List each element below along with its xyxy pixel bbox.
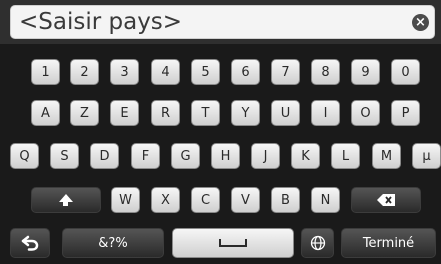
key-j[interactable]: J [251, 143, 280, 169]
key-t[interactable]: T [191, 100, 220, 126]
key-7[interactable]: 7 [271, 59, 300, 85]
space-bar-icon [219, 239, 247, 247]
key-g[interactable]: G [171, 143, 200, 169]
back-button[interactable] [10, 228, 50, 258]
key-n[interactable]: N [311, 187, 340, 213]
key-micro[interactable]: µ [412, 143, 441, 169]
key-1[interactable]: 1 [31, 59, 60, 85]
key-d[interactable]: D [90, 143, 119, 169]
language-button[interactable] [301, 228, 334, 258]
key-l[interactable]: L [331, 143, 360, 169]
key-6[interactable]: 6 [231, 59, 260, 85]
key-h[interactable]: H [211, 143, 240, 169]
shift-key[interactable] [31, 187, 101, 213]
key-q[interactable]: Q [10, 143, 39, 169]
clear-icon[interactable]: × [412, 14, 429, 31]
key-b[interactable]: B [271, 187, 300, 213]
key-z[interactable]: Z [70, 100, 99, 126]
key-8[interactable]: 8 [311, 59, 340, 85]
key-2[interactable]: 2 [70, 59, 99, 85]
key-5[interactable]: 5 [191, 59, 220, 85]
key-r[interactable]: R [151, 100, 180, 126]
key-k[interactable]: K [291, 143, 320, 169]
shift-up-arrow-icon [59, 194, 73, 206]
key-e[interactable]: E [110, 100, 139, 126]
key-s[interactable]: S [50, 143, 79, 169]
search-placeholder: <Saisir pays> [19, 9, 183, 35]
key-9[interactable]: 9 [351, 59, 380, 85]
country-search-field[interactable]: <Saisir pays> × [10, 5, 435, 39]
on-screen-keyboard: 1 2 3 4 5 6 7 8 9 0 A Z E R T Y U I O P … [0, 44, 441, 264]
space-key[interactable] [172, 228, 294, 258]
back-arrow-icon [21, 235, 39, 251]
key-y[interactable]: Y [231, 100, 260, 126]
key-0[interactable]: 0 [391, 59, 420, 85]
backspace-icon [377, 194, 395, 206]
symbols-key[interactable]: &?% [62, 228, 164, 258]
backspace-key[interactable] [351, 187, 421, 213]
globe-icon [310, 235, 325, 251]
key-p[interactable]: P [391, 100, 420, 126]
key-f[interactable]: F [131, 143, 160, 169]
key-x[interactable]: X [151, 187, 180, 213]
key-o[interactable]: O [351, 100, 380, 126]
key-w[interactable]: W [111, 187, 140, 213]
key-c[interactable]: C [191, 187, 220, 213]
key-u[interactable]: U [271, 100, 300, 126]
key-v[interactable]: V [231, 187, 260, 213]
done-button[interactable]: Terminé [341, 228, 436, 258]
key-a[interactable]: A [31, 100, 60, 126]
key-4[interactable]: 4 [151, 59, 180, 85]
key-m[interactable]: M [372, 143, 401, 169]
key-3[interactable]: 3 [110, 59, 139, 85]
key-i[interactable]: I [311, 100, 340, 126]
